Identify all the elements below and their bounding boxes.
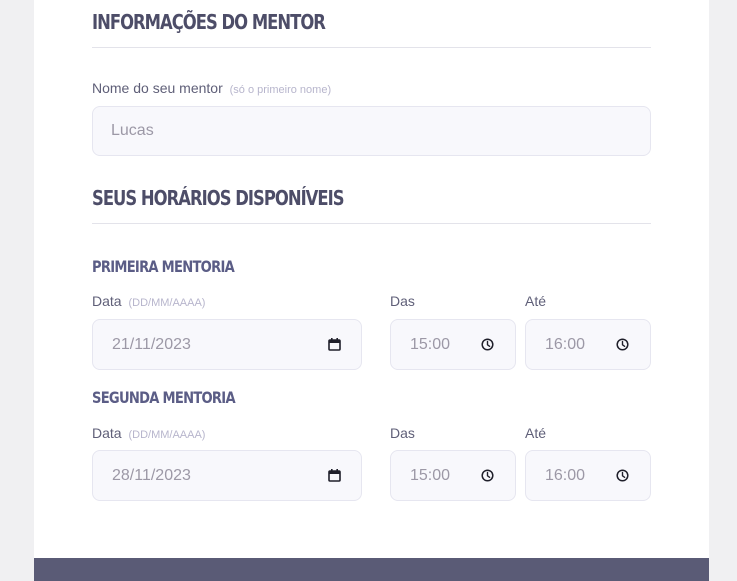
schedule-section-title: SEUS HORÁRIOS DISPONÍVEIS <box>92 186 345 210</box>
second-session-to-input[interactable]: 16:00 <box>525 450 651 501</box>
form-card: INFORMAÇÕES DO MENTOR Nome do seu mentor… <box>34 0 709 581</box>
first-session-from-value: 15:00 <box>410 335 451 353</box>
clock-icon[interactable] <box>481 338 494 351</box>
second-session-to-label: Até <box>525 425 547 441</box>
second-session-date-input[interactable]: 28/11/2023 <box>92 450 362 501</box>
schedule-section-divider <box>92 223 651 224</box>
clock-icon[interactable] <box>616 338 629 351</box>
second-session-from-value: 15:00 <box>410 466 451 484</box>
calendar-icon[interactable] <box>328 338 341 351</box>
second-session-date-label: Data (DD/MM/AAAA) <box>92 425 205 441</box>
mentor-section-title: INFORMAÇÕES DO MENTOR <box>92 10 326 34</box>
clock-icon[interactable] <box>481 469 494 482</box>
second-session-date-label-text: Data <box>92 425 122 441</box>
first-session-to-input[interactable]: 16:00 <box>525 319 651 370</box>
second-session-title: SEGUNDA MENTORIA <box>92 388 236 407</box>
form-footer-bar <box>34 558 709 581</box>
first-session-date-hint: (DD/MM/AAAA) <box>128 297 206 309</box>
mentor-name-value: Lucas <box>111 122 154 139</box>
second-session-from-input[interactable]: 15:00 <box>390 450 516 501</box>
first-session-date-label-text: Data <box>92 293 122 309</box>
first-session-date-input[interactable]: 21/11/2023 <box>92 319 362 370</box>
first-session-to-value: 16:00 <box>545 335 586 353</box>
mentor-section-divider <box>92 47 651 48</box>
second-session-from-label: Das <box>390 425 415 441</box>
first-session-from-input[interactable]: 15:00 <box>390 319 516 370</box>
second-session-date-value: 28/11/2023 <box>112 466 191 484</box>
calendar-icon[interactable] <box>328 469 341 482</box>
first-session-date-value: 21/11/2023 <box>112 335 191 353</box>
first-session-date-label: Data (DD/MM/AAAA) <box>92 293 205 309</box>
first-session-to-label: Até <box>525 293 547 309</box>
mentor-name-hint: (só o primeiro nome) <box>229 84 332 96</box>
first-session-from-label: Das <box>390 293 415 309</box>
first-session-title: PRIMEIRA MENTORIA <box>92 257 235 276</box>
mentor-name-input[interactable]: Lucas <box>92 106 651 156</box>
mentor-name-label-text: Nome do seu mentor <box>92 80 223 96</box>
second-session-to-value: 16:00 <box>545 466 586 484</box>
second-session-date-hint: (DD/MM/AAAA) <box>128 429 206 441</box>
mentor-name-label: Nome do seu mentor (só o primeiro nome) <box>92 80 331 96</box>
clock-icon[interactable] <box>616 469 629 482</box>
